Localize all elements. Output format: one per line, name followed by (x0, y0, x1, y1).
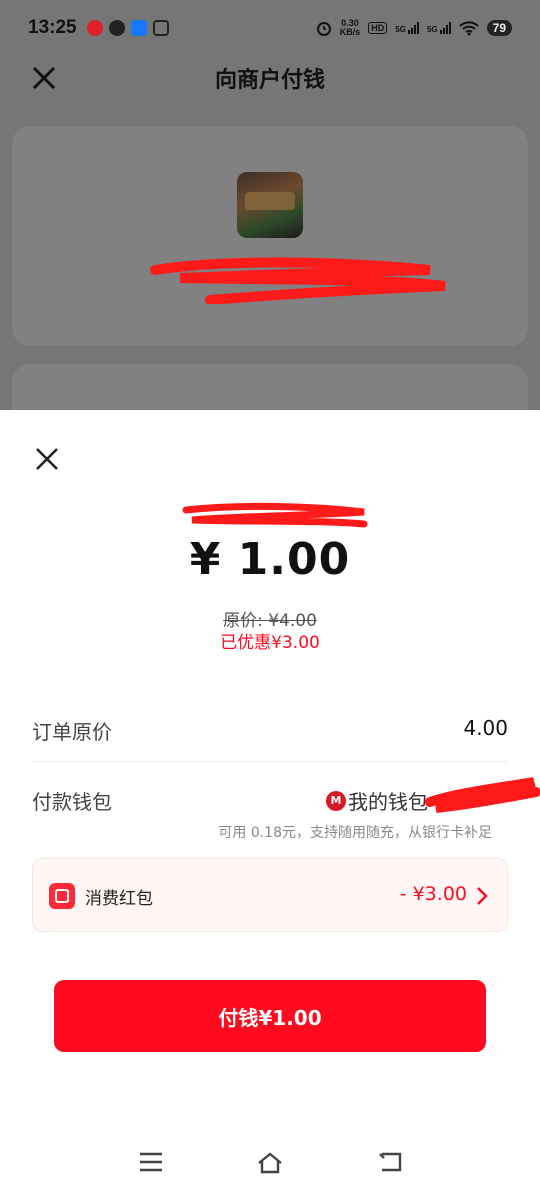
page-title: 向商户付钱 (214, 68, 325, 93)
pay-button[interactable]: 付钱¥1.00 (54, 980, 486, 1052)
payment-amount: ¥ 1.00 (189, 534, 351, 585)
order-price-value: 4.00 (463, 716, 508, 740)
home-icon[interactable] (256, 1150, 284, 1176)
redaction-mark (182, 502, 368, 528)
sim1-label: 5G (395, 25, 406, 34)
wallet-name: 我的钱包 (348, 790, 428, 814)
hd-icon: HD (368, 22, 388, 34)
wallet-label: 付款钱包 (32, 790, 112, 814)
network-speed: 0.30 KB/s (340, 19, 361, 37)
signal-bars-icon (439, 22, 451, 34)
wallet-balance-hint: 可用 0.18元，支持随用随充，从银行卡补足 (218, 825, 492, 841)
chevron-right-icon[interactable] (475, 886, 489, 906)
app-notification-icon (86, 20, 103, 36)
payment-sheet: ¥ 1.00 原价: ¥4.00 已优惠¥3.00 订单原价 4.00 付款钱包… (0, 410, 540, 1194)
red-packet-label: 消费红包 (85, 889, 153, 909)
system-nav-bar (0, 1144, 540, 1194)
wallet-value[interactable]: M 我的钱包 (326, 786, 428, 815)
sim1-signal: 5G (395, 22, 419, 34)
discount-text: 已优惠¥3.00 (220, 633, 320, 653)
menu-icon[interactable] (138, 1150, 164, 1174)
signal-bars-icon (407, 22, 419, 34)
top-nav: 向商户付钱 (0, 56, 540, 100)
cmb-logo-icon: M (326, 790, 346, 811)
redaction-mark (425, 777, 540, 813)
order-price-label: 订单原价 (32, 720, 112, 744)
red-packet-icon (49, 883, 75, 909)
status-right: 0.30 KB/s HD 5G 5G 79 (316, 19, 512, 37)
background-page: 13:25 0.30 KB/s HD 5G 5G 79 向商户付钱 (0, 0, 540, 410)
back-icon[interactable] (376, 1150, 404, 1174)
redaction-mark (150, 257, 446, 304)
battery-indicator: 79 (486, 20, 512, 36)
alipay-notification-icon (130, 20, 147, 36)
network-speed-unit: KB/s (339, 27, 361, 37)
alarm-icon (316, 22, 331, 36)
screenshot-notification-icon (152, 20, 169, 36)
notification-icons (86, 20, 169, 36)
status-bar: 13:25 0.30 KB/s HD 5G 5G 79 (0, 0, 540, 56)
red-packet-row[interactable]: 消费红包 - ¥3.00 (32, 858, 508, 932)
merchant-image (237, 172, 303, 238)
sim2-signal: 5G (427, 22, 451, 34)
message-notification-icon (108, 20, 125, 36)
status-time: 13:25 (28, 17, 77, 38)
close-icon[interactable] (34, 446, 60, 472)
order-price-row: 订单原价 4.00 (32, 716, 508, 762)
sim2-label: 5G (426, 25, 438, 34)
wifi-icon (458, 21, 479, 36)
red-packet-value: - ¥3.00 (399, 883, 467, 905)
